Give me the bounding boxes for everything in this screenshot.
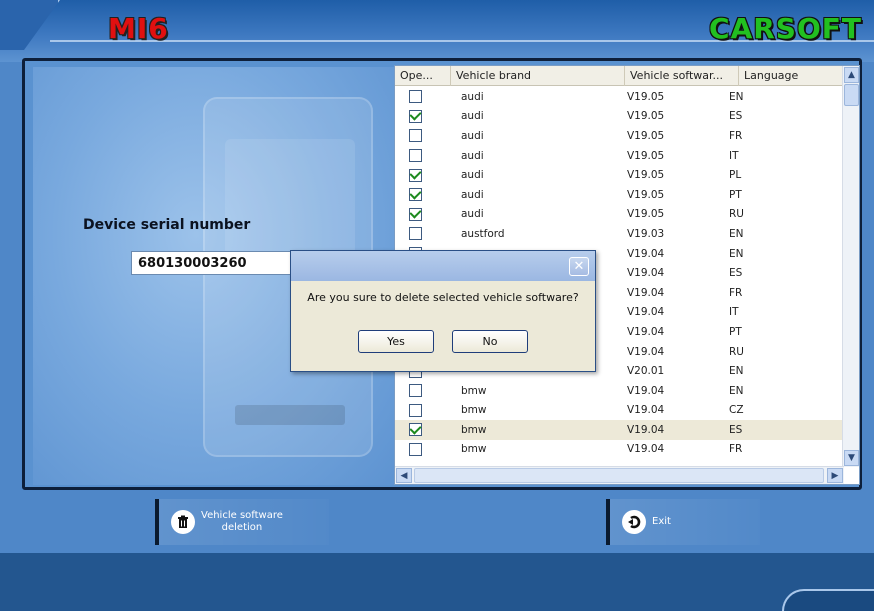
- brand-cell: audi: [461, 188, 484, 201]
- language-cell: PT: [729, 188, 742, 201]
- scroll-down-button[interactable]: ▼: [844, 450, 859, 466]
- table-header: Ope... Vehicle brand Vehicle softwar... …: [395, 66, 843, 86]
- exit-icon: [622, 510, 646, 534]
- exit-button[interactable]: Exit: [606, 499, 760, 545]
- scroll-right-button[interactable]: ▶: [827, 468, 843, 483]
- column-header-brand[interactable]: Vehicle brand: [451, 66, 625, 86]
- serial-number-select[interactable]: 680130003260: [131, 251, 307, 275]
- version-cell: V19.05: [627, 149, 665, 162]
- close-icon[interactable]: ✕: [569, 257, 589, 276]
- confirm-delete-dialog: ✕ Are you sure to delete selected vehicl…: [290, 250, 596, 372]
- exit-label: Exit: [652, 516, 671, 527]
- table-row[interactable]: bmw V19.04 CZ: [395, 401, 843, 421]
- table-row[interactable]: audi V19.05 RU: [395, 205, 843, 225]
- version-cell: V19.05: [627, 188, 665, 201]
- footer-corner-tab: [782, 589, 874, 611]
- deletion-label: Vehicle software deletion: [201, 510, 283, 534]
- version-cell: V19.04: [627, 384, 665, 397]
- language-cell: FR: [729, 286, 743, 299]
- table-row[interactable]: bmw V19.04 FR: [395, 440, 843, 460]
- brand-cell: bmw: [461, 443, 487, 456]
- dialog-message: Are you sure to delete selected vehicle …: [307, 291, 579, 304]
- brand-cell: audi: [461, 90, 484, 103]
- dialog-titlebar[interactable]: ✕: [291, 251, 595, 281]
- table-row[interactable]: bmw V19.04 ES: [395, 420, 843, 440]
- version-cell: V19.04: [627, 423, 665, 436]
- bottom-toolbar: Vehicle software deletion Exit: [0, 493, 874, 553]
- scroll-left-button[interactable]: ◀: [396, 468, 412, 483]
- table-row[interactable]: audi V19.05 FR: [395, 126, 843, 146]
- version-cell: V19.03: [627, 227, 665, 240]
- carsoft-logo: CARSOFT: [709, 12, 862, 45]
- serial-number-value: 680130003260: [138, 255, 247, 271]
- vehicle-software-deletion-button[interactable]: Vehicle software deletion: [155, 499, 329, 545]
- table-row[interactable]: bmw V19.04 EN: [395, 381, 843, 401]
- header: MI6 CARSOFT: [0, 0, 874, 62]
- no-button[interactable]: No: [452, 330, 528, 353]
- language-cell: CZ: [729, 404, 744, 417]
- table-row[interactable]: audi V19.05 IT: [395, 146, 843, 166]
- mi6-logo: MI6: [108, 12, 169, 45]
- button-body[interactable]: Vehicle software deletion: [159, 499, 329, 545]
- language-cell: EN: [729, 90, 744, 103]
- table-row[interactable]: audi V19.05 EN: [395, 87, 843, 107]
- version-cell: V19.04: [627, 443, 665, 456]
- brand-cell: bmw: [461, 423, 487, 436]
- brand-cell: audi: [461, 169, 484, 182]
- scroll-up-button[interactable]: ▲: [844, 67, 859, 83]
- language-cell: ES: [729, 110, 743, 123]
- footer-bar: [0, 553, 874, 611]
- language-cell: IT: [729, 149, 739, 162]
- horizontal-scroll-thumb[interactable]: [414, 468, 824, 483]
- table-row[interactable]: audi V19.05 ES: [395, 107, 843, 127]
- language-cell: FR: [729, 443, 743, 456]
- version-cell: V19.04: [627, 404, 665, 417]
- serial-number-label: Device serial number: [83, 217, 251, 233]
- language-cell: RU: [729, 345, 744, 358]
- language-cell: EN: [729, 247, 744, 260]
- column-header-version[interactable]: Vehicle softwar...: [625, 66, 739, 86]
- horizontal-scrollbar[interactable]: ◀ ▶: [395, 466, 844, 484]
- brand-cell: audi: [461, 208, 484, 221]
- vertical-scrollbar[interactable]: ▲ ▼: [842, 66, 859, 467]
- header-tab: [0, 0, 60, 50]
- brand-cell: audi: [461, 129, 484, 142]
- trash-icon: [171, 510, 195, 534]
- version-cell: V19.05: [627, 208, 665, 221]
- table-row[interactable]: audi V19.05 PT: [395, 185, 843, 205]
- language-cell: RU: [729, 208, 744, 221]
- language-cell: FR: [729, 129, 743, 142]
- version-cell: V19.05: [627, 110, 665, 123]
- brand-cell: audi: [461, 149, 484, 162]
- language-cell: ES: [729, 423, 743, 436]
- language-cell: EN: [729, 227, 744, 240]
- deletion-label-line1: Vehicle software: [201, 510, 283, 521]
- yes-button[interactable]: Yes: [358, 330, 434, 353]
- deletion-label-line2: deletion: [221, 522, 263, 533]
- language-cell: EN: [729, 365, 744, 378]
- language-cell: PT: [729, 325, 742, 338]
- vertical-scroll-thumb[interactable]: [844, 84, 859, 106]
- app-window: MI6 CARSOFT Device serial number 6801300…: [0, 0, 874, 611]
- column-header-operation[interactable]: Ope...: [395, 66, 451, 86]
- table-row[interactable]: audi V19.05 PL: [395, 165, 843, 185]
- column-header-language[interactable]: Language: [739, 66, 843, 86]
- language-cell: PL: [729, 169, 742, 182]
- button-body[interactable]: Exit: [610, 499, 760, 545]
- version-cell: V19.05: [627, 169, 665, 182]
- language-cell: IT: [729, 306, 739, 319]
- version-cell: V19.05: [627, 90, 665, 103]
- version-cell: V19.05: [627, 129, 665, 142]
- brand-cell: bmw: [461, 404, 487, 417]
- language-cell: EN: [729, 384, 744, 397]
- table-row[interactable]: austford V19.03 EN: [395, 224, 843, 244]
- brand-cell: bmw: [461, 384, 487, 397]
- brand-cell: austford: [461, 227, 505, 240]
- language-cell: ES: [729, 267, 743, 280]
- brand-cell: audi: [461, 110, 484, 123]
- device-foot-graphic: [235, 405, 345, 425]
